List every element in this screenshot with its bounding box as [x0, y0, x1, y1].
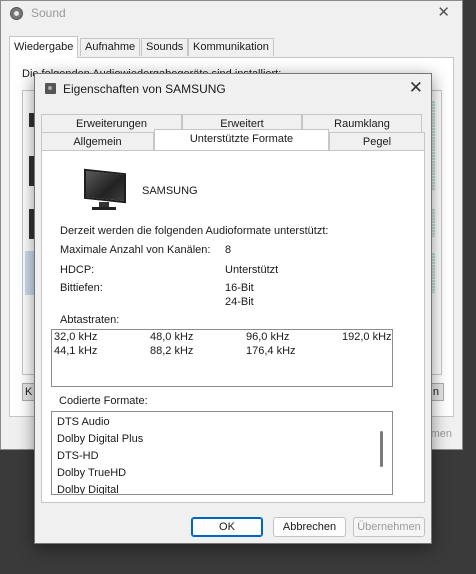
hdcp-label: HDCP:: [60, 264, 95, 276]
sample-rate: 44,1 kHz: [54, 345, 98, 357]
sample-rates-list: 32,0 kHz 48,0 kHz 96,0 kHz 192,0 kHz 44,…: [51, 329, 393, 387]
tab-sounds[interactable]: Sounds: [141, 38, 189, 56]
list-item: Dolby Digital: [57, 484, 119, 495]
sample-rate: 96,0 kHz: [246, 331, 290, 343]
sample-rate: 176,4 kHz: [246, 345, 296, 357]
sound-close-icon[interactable]: ✕: [437, 3, 450, 21]
sound-app-icon: [10, 7, 23, 20]
list-item: DTS Audio: [57, 416, 110, 428]
list-item: Dolby Digital Plus: [57, 433, 144, 445]
properties-dialog: Eigenschaften von SAMSUNG ✕ Erweiterunge…: [34, 73, 432, 544]
properties-button-label: n: [432, 386, 439, 398]
tab-pegel[interactable]: Pegel: [329, 132, 425, 150]
list-item: Dolby TrueHD: [57, 467, 127, 479]
sample-rate: 88,2 kHz: [150, 345, 194, 357]
configure-button-label: K: [25, 386, 33, 398]
bitdepth-label: Bittiefen:: [60, 282, 103, 294]
sound-window-title: Sound: [31, 6, 66, 20]
speaker-icon: [45, 83, 58, 94]
tab-kommunikation[interactable]: Kommunikation: [188, 38, 274, 56]
tab-unterstuetzte-formate[interactable]: Unterstützte Formate: [154, 129, 329, 150]
list-item: DTS-HD: [57, 450, 99, 462]
dialog-title-bar: Eigenschaften von SAMSUNG ✕: [35, 74, 431, 104]
sample-rate: 48,0 kHz: [150, 331, 194, 343]
bitdepth-value: 16-Bit: [225, 282, 254, 294]
tab-aufnahme[interactable]: Aufnahme: [80, 38, 141, 56]
channels-value: 8: [225, 244, 232, 256]
bitdepth-value: 24-Bit: [225, 296, 254, 308]
ok-button[interactable]: OK: [191, 517, 263, 537]
dialog-close-icon[interactable]: ✕: [409, 78, 423, 98]
coded-formats-label: Codierte Formate:: [59, 395, 148, 407]
sample-rate: 32,0 kHz: [54, 331, 98, 343]
tab-allgemein[interactable]: Allgemein: [41, 132, 154, 150]
channels-label: Maximale Anzahl von Kanälen:: [60, 244, 211, 256]
scrollbar-thumb[interactable]: [380, 431, 383, 467]
formats-intro: Derzeit werden die folgenden Audioformat…: [60, 225, 329, 237]
dialog-title: Eigenschaften von SAMSUNG: [63, 82, 226, 96]
sample-rates-label: Abtastraten:: [60, 314, 120, 326]
tab-wiedergabe[interactable]: Wiedergabe: [9, 36, 79, 58]
tv-icon: [82, 168, 126, 213]
hdcp-value: Unterstützt: [225, 264, 279, 276]
apply-button[interactable]: Übernehmen: [353, 517, 425, 537]
coded-formats-list[interactable]: DTS Audio Dolby Digital Plus DTS-HD Dolb…: [51, 411, 393, 495]
device-name: SAMSUNG: [142, 185, 198, 197]
cancel-button[interactable]: Abbrechen: [273, 517, 346, 537]
sample-rate: 192,0 kHz: [342, 331, 392, 343]
sound-title-bar: Sound ✕: [1, 1, 462, 27]
